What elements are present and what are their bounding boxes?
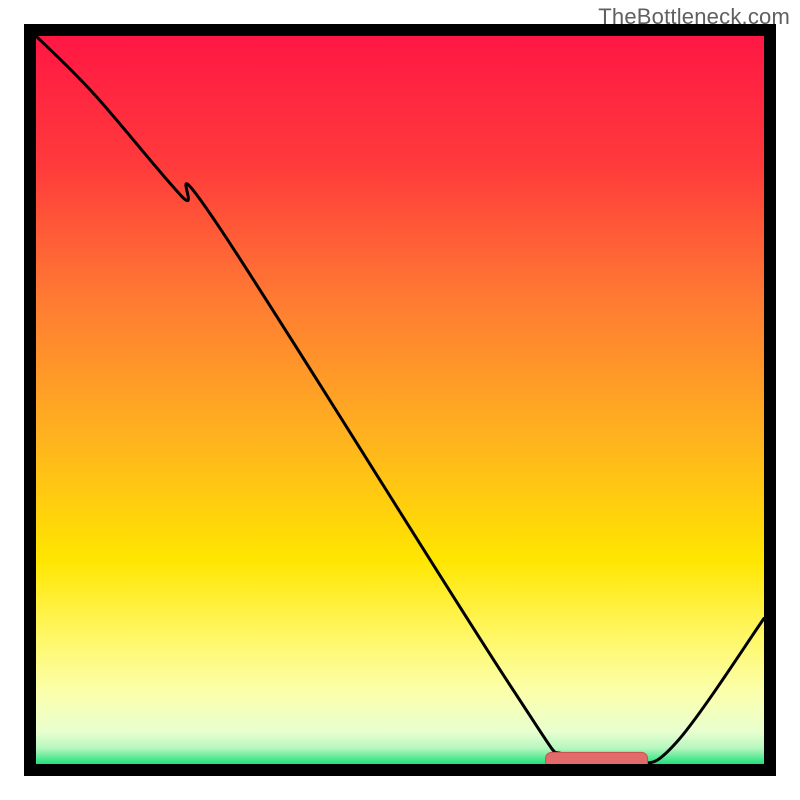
chart-container: { "watermark": "TheBottleneck.com", "col… <box>0 0 800 800</box>
bottleneck-chart <box>0 0 800 800</box>
plot-area <box>36 36 764 768</box>
gradient-background <box>36 36 764 764</box>
